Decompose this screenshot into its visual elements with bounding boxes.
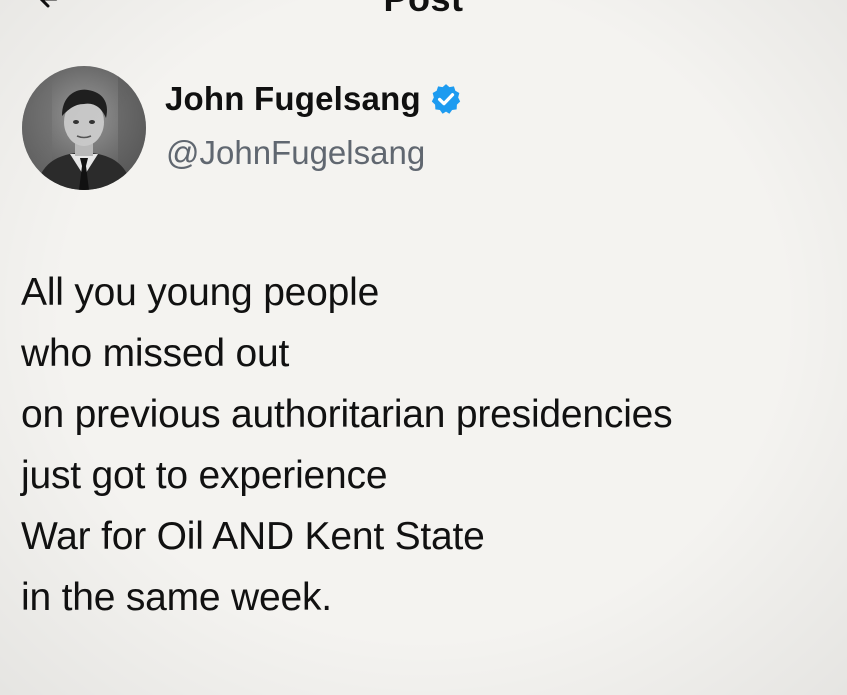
profile-photo (22, 66, 146, 190)
top-bar: Post (0, 0, 847, 14)
post-text-line: in the same week. (21, 576, 332, 619)
post-text-line: All you young people (21, 271, 380, 314)
page-title: Post (0, 0, 847, 14)
post-text-line: War for Oil AND Kent State (21, 515, 485, 558)
post-text-line: on previous authoritarian presidencies (21, 393, 673, 436)
avatar[interactable] (22, 66, 146, 190)
post-text-line: who missed out (21, 332, 290, 375)
author-display-name[interactable]: John Fugelsang (165, 80, 421, 118)
author-name-row[interactable]: John Fugelsang (165, 80, 463, 118)
verified-badge-icon (431, 84, 460, 114)
author-handle[interactable]: @JohnFugelsang (166, 134, 425, 172)
post-text-line: just got to experience (21, 454, 388, 497)
post-text: All you young people who missed out on p… (21, 262, 841, 628)
